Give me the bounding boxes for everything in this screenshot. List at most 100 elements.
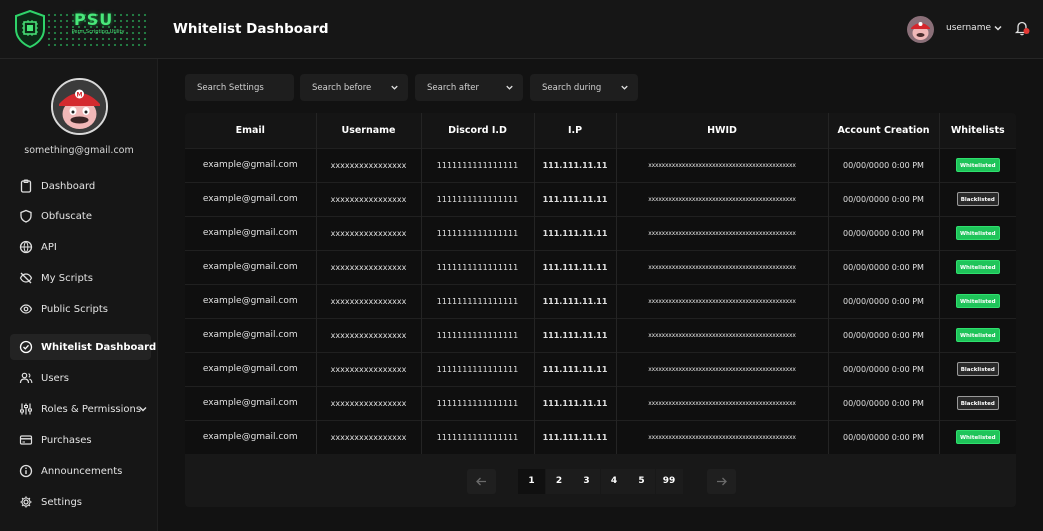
search-settings-input[interactable]: Search Settings xyxy=(185,74,294,101)
page-number-button[interactable]: 5 xyxy=(628,469,655,494)
page-number-button[interactable]: 2 xyxy=(545,469,573,494)
column-header-hwid[interactable]: HWID xyxy=(616,113,829,148)
column-header-username[interactable]: Username xyxy=(316,113,422,148)
cell-username: xxxxxxxxxxxxxxxx xyxy=(316,181,422,216)
user-avatar[interactable] xyxy=(907,16,934,43)
profile-avatar[interactable]: M xyxy=(51,78,108,135)
table-row[interactable]: example@gmail.com xxxxxxxxxxxxxxxx 1111111… xyxy=(185,181,1016,216)
page-number-button[interactable]: 3 xyxy=(573,469,600,494)
sidebar-item-label: Settings xyxy=(41,496,83,508)
cell-email: example@gmail.com xyxy=(185,283,317,318)
chevron-down-icon xyxy=(621,85,628,90)
sidebar-item-label: Purchases xyxy=(41,434,92,446)
sidebar-item-users[interactable]: Users xyxy=(10,365,151,391)
cell-username: xxxxxxxxxxxxxxxx xyxy=(316,249,422,284)
cell-discord-id: 1111111111111111 xyxy=(421,385,535,420)
cell-hwid: xxxxxxxxxxxxxxxxxxxxxxxxxxxxxxxxxxxxxxxx… xyxy=(616,317,829,352)
search-before-dropdown[interactable]: Search before xyxy=(300,74,408,101)
eye-off-icon xyxy=(19,272,33,284)
cell-email: example@gmail.com xyxy=(185,215,317,250)
status-badge[interactable]: Blacklisted xyxy=(956,362,999,376)
chevron-down-icon[interactable] xyxy=(992,22,1004,34)
sidebar-item-dashboard[interactable]: Dashboard xyxy=(10,173,151,199)
cell-username: xxxxxxxxxxxxxxxx xyxy=(316,351,422,386)
sidebar-item-label: Obfuscate xyxy=(41,210,92,222)
cell-hwid: xxxxxxxxxxxxxxxxxxxxxxxxxxxxxxxxxxxxxxxx… xyxy=(616,147,829,182)
column-header-email[interactable]: Email xyxy=(185,113,317,148)
status-badge[interactable]: Whitelisted xyxy=(955,260,1000,274)
cell-username: xxxxxxxxxxxxxxxx xyxy=(316,385,422,420)
page-number-button[interactable]: 4 xyxy=(600,469,628,494)
profile-avatar-image: M xyxy=(53,80,106,133)
column-header-discord-id[interactable]: Discord I.D xyxy=(421,113,535,148)
cell-email: example@gmail.com xyxy=(185,147,317,182)
column-header-ip[interactable]: I.P xyxy=(534,113,617,148)
cell-email: example@gmail.com xyxy=(185,351,317,386)
page-title: Whitelist Dashboard xyxy=(173,21,329,37)
cell-ip: 111.111.11.11 xyxy=(534,181,617,216)
username-label[interactable]: username xyxy=(946,23,991,33)
cell-account-creation: 00/00/0000 0:00 PM xyxy=(828,249,940,284)
cell-account-creation: 00/00/0000 0:00 PM xyxy=(828,215,940,250)
cell-discord-id: 1111111111111111 xyxy=(421,215,535,250)
sidebar-item-api[interactable]: API xyxy=(10,234,151,260)
search-settings-placeholder: Search Settings xyxy=(197,82,264,93)
cell-ip: 111.111.11.11 xyxy=(534,249,617,284)
table-row[interactable]: example@gmail.com xxxxxxxxxxxxxxxx 1111111… xyxy=(185,385,1016,420)
cell-whitelist-status: Blacklisted xyxy=(939,351,1016,386)
table-row[interactable]: example@gmail.com xxxxxxxxxxxxxxxx 1111111… xyxy=(185,351,1016,386)
sliders-icon xyxy=(20,403,32,415)
sidebar-item-roles-permissions[interactable]: Roles & Permissions xyxy=(10,396,151,422)
table-row[interactable]: example@gmail.com xxxxxxxxxxxxxxxx 1111111… xyxy=(185,215,1016,250)
table-body: example@gmail.com xxxxxxxxxxxxxxxx 1111111… xyxy=(185,147,1016,454)
status-badge[interactable]: Whitelisted xyxy=(955,158,1000,172)
sidebar-item-public-scripts[interactable]: Public Scripts xyxy=(10,296,151,322)
sidebar-item-obfuscate[interactable]: Obfuscate xyxy=(10,203,151,229)
table-row[interactable]: example@gmail.com xxxxxxxxxxxxxxxx 1111111… xyxy=(185,283,1016,318)
status-badge[interactable]: Blacklisted xyxy=(956,192,999,206)
page-number-button[interactable]: 99 xyxy=(655,469,683,494)
avatar-image xyxy=(907,16,934,43)
cell-hwid: xxxxxxxxxxxxxxxxxxxxxxxxxxxxxxxxxxxxxxxx… xyxy=(616,419,829,454)
status-badge[interactable]: Whitelisted xyxy=(955,328,1000,342)
bell-icon[interactable] xyxy=(1013,19,1031,37)
status-badge[interactable]: Blacklisted xyxy=(956,396,999,410)
sidebar-item-whitelist-dashboard[interactable]: Whitelist Dashboard xyxy=(10,334,156,360)
cell-whitelist-status: Whitelisted xyxy=(939,419,1016,454)
column-header-account-creation[interactable]: Account Creation xyxy=(828,113,940,148)
sidebar-item-announcements[interactable]: Announcements xyxy=(10,458,151,484)
sidebar-item-settings[interactable]: Settings xyxy=(10,489,151,515)
column-header-whitelists[interactable]: Whitelists xyxy=(939,113,1016,148)
previous-page-button[interactable] xyxy=(467,469,496,494)
sidebar-item-purchases[interactable]: Purchases xyxy=(10,427,151,453)
status-badge[interactable]: Whitelisted xyxy=(955,226,1000,240)
cell-email: example@gmail.com xyxy=(185,419,317,454)
table-row[interactable]: example@gmail.com xxxxxxxxxxxxxxxx 1111111… xyxy=(185,249,1016,284)
sidebar-item-my-scripts[interactable]: My Scripts xyxy=(10,265,151,291)
whitelist-table: Email Username Discord I.D I.P HWID Acco… xyxy=(185,113,1016,454)
cell-whitelist-status: Whitelisted xyxy=(939,215,1016,250)
cell-email: example@gmail.com xyxy=(185,249,317,284)
cell-ip: 111.111.11.11 xyxy=(534,215,617,250)
chevron-down-icon[interactable] xyxy=(137,403,149,415)
shield-logo-icon xyxy=(15,10,45,48)
page-number-button[interactable]: 1 xyxy=(518,469,545,494)
status-badge[interactable]: Whitelisted xyxy=(955,430,1000,445)
logo-subtitle: Perm Scripting Utility xyxy=(71,29,125,35)
cell-hwid: xxxxxxxxxxxxxxxxxxxxxxxxxxxxxxxxxxxxxxxx… xyxy=(616,181,829,216)
users-icon xyxy=(19,372,33,384)
cell-hwid: xxxxxxxxxxxxxxxxxxxxxxxxxxxxxxxxxxxxxxxx… xyxy=(616,385,829,420)
info-icon xyxy=(19,464,33,478)
table-row[interactable]: example@gmail.com xxxxxxxxxxxxxxxx 1111111… xyxy=(185,317,1016,352)
cell-hwid: xxxxxxxxxxxxxxxxxxxxxxxxxxxxxxxxxxxxxxxx… xyxy=(616,283,829,318)
next-page-button[interactable] xyxy=(707,469,736,494)
status-badge[interactable]: Whitelisted xyxy=(955,294,1000,308)
table-row[interactable]: example@gmail.com xxxxxxxxxxxxxxxx 1111111… xyxy=(185,147,1016,182)
search-during-dropdown[interactable]: Search during xyxy=(530,74,638,101)
psu-logo[interactable]: PSU Perm Scripting Utility xyxy=(10,8,152,50)
cell-hwid: xxxxxxxxxxxxxxxxxxxxxxxxxxxxxxxxxxxxxxxx… xyxy=(616,249,829,284)
table-row[interactable]: example@gmail.com xxxxxxxxxxxxxxxx 1111111… xyxy=(185,419,1016,454)
sidebar-item-label: API xyxy=(41,241,57,253)
sidebar-item-label: Roles & Permissions xyxy=(41,403,142,415)
search-after-dropdown[interactable]: Search after xyxy=(415,74,523,101)
